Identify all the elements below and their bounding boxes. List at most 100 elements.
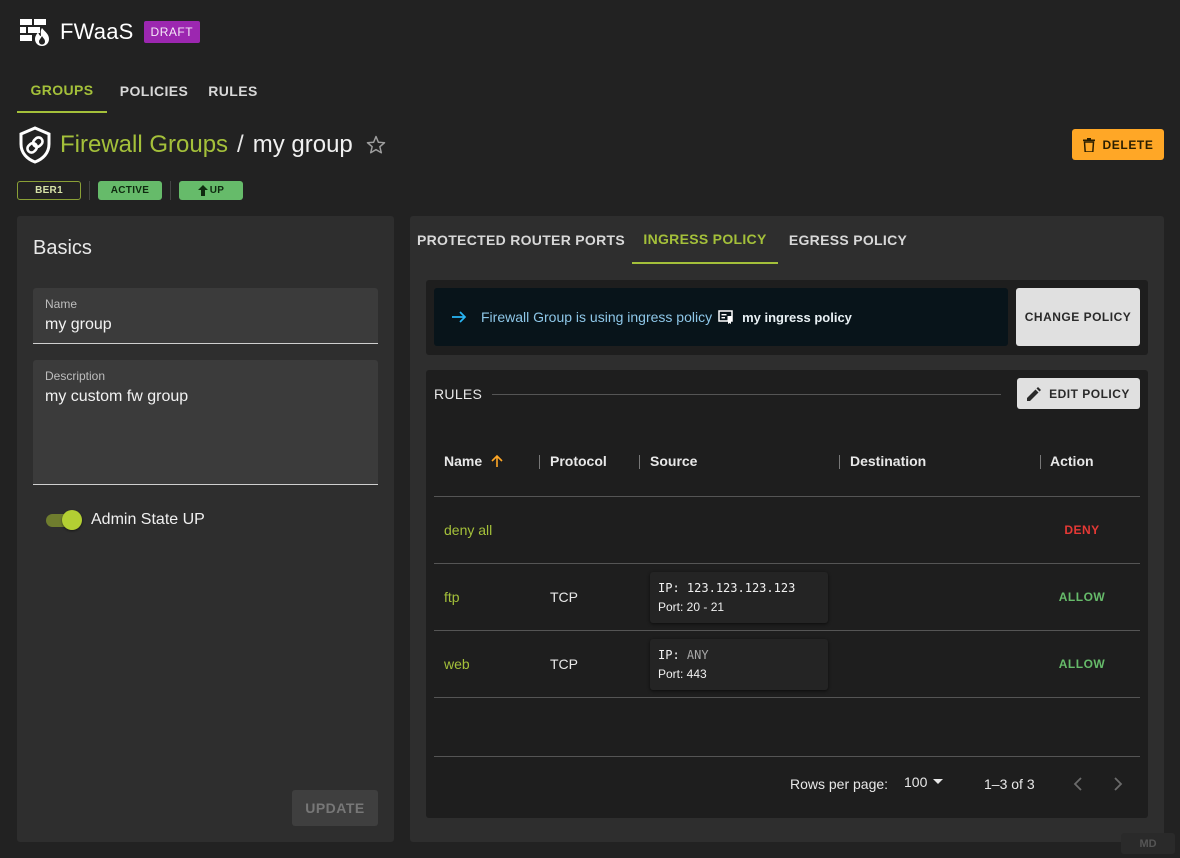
admin-state-toggle[interactable] (45, 510, 83, 530)
rule-action: ALLOW (1058, 657, 1106, 671)
description-field-value[interactable]: my custom fw group (45, 388, 188, 406)
rules-heading: RULES (434, 386, 483, 402)
region-badge: BER1 (17, 180, 81, 200)
caret-down-icon (933, 779, 944, 784)
source-port: Port: 20 - 21 (658, 600, 725, 614)
rule-name[interactable]: deny all (444, 522, 492, 538)
chip-divider (170, 180, 171, 200)
prev-page-button[interactable] (1066, 772, 1090, 796)
chevron-right-icon (1114, 777, 1123, 791)
description-field[interactable]: Description my custom fw group (33, 360, 378, 485)
tab-egress-policy[interactable]: EGRESS POLICY (778, 216, 918, 264)
info-message: Firewall Group is using ingress policy (481, 309, 713, 325)
sort-arrow-up-icon (491, 454, 503, 467)
table-footer-divider (434, 756, 1140, 757)
tab-ingress-policy[interactable]: INGRESS POLICY (632, 216, 778, 264)
table-row[interactable]: ftp TCP IP: 123.123.123.123 Port: 20 - 2… (434, 564, 1140, 631)
policy-doc-icon (718, 310, 733, 324)
shield-link-icon (19, 126, 51, 164)
source-ip-label: IP: (658, 648, 680, 662)
table-row[interactable]: web TCP IP: ANY Port: 443 ALLOW (434, 631, 1140, 698)
tab-protected-router-ports[interactable]: PROTECTED ROUTER PORTS (410, 216, 632, 264)
column-header-source[interactable]: Source (650, 453, 697, 469)
policy-tabs: PROTECTED ROUTER PORTS INGRESS POLICY EG… (410, 216, 918, 264)
rule-name[interactable]: ftp (444, 589, 460, 605)
column-header-name[interactable]: Name (444, 453, 504, 469)
table-row[interactable]: deny all DENY (434, 497, 1140, 564)
table-header: Name Protocol Source Destination Action (434, 425, 1140, 497)
basics-panel: Basics Name my group Description my cust… (17, 216, 394, 842)
admin-state-label: Admin State UP (91, 511, 205, 528)
rule-name[interactable]: web (444, 656, 470, 672)
source-port: Port: 443 (658, 667, 707, 681)
policy-info-box: Firewall Group is using ingress policy m… (426, 280, 1148, 355)
status-chips: BER1 ACTIVE UP (17, 180, 243, 200)
rule-protocol: TCP (550, 656, 578, 672)
chip-divider (89, 180, 90, 200)
draft-badge: DRAFT (143, 21, 201, 43)
description-field-label: Description (45, 369, 106, 383)
name-field[interactable]: Name my group (33, 288, 378, 344)
breadcrumb: Firewall Groups / my group (18, 126, 387, 164)
rows-per-page-label: Rows per page: (790, 776, 889, 792)
admin-state-badge-label: UP (209, 184, 225, 196)
column-separator (1040, 455, 1041, 469)
column-separator (539, 455, 540, 469)
column-header-destination[interactable]: Destination (850, 453, 926, 469)
status-badge: ACTIVE (98, 180, 162, 200)
change-policy-button[interactable]: CHANGE POLICY (1016, 288, 1140, 346)
column-separator (639, 455, 640, 469)
delete-button-label: DELETE (1102, 137, 1154, 152)
info-alert: Firewall Group is using ingress policy m… (434, 288, 1008, 346)
name-field-value[interactable]: my group (45, 316, 112, 334)
pagination-range: 1–3 of 3 (984, 776, 1035, 792)
admin-state-badge: UP (179, 180, 243, 200)
edit-policy-button[interactable]: EDIT POLICY (1017, 378, 1140, 409)
star-outline-icon[interactable] (365, 134, 387, 156)
app-header: FWaaS DRAFT (18, 16, 201, 48)
tab-policies[interactable]: POLICIES (107, 68, 201, 113)
next-page-button[interactable] (1106, 772, 1130, 796)
app-title: FWaaS (60, 19, 134, 44)
rules-table: Name Protocol Source Destination Action … (434, 425, 1140, 698)
rule-action: DENY (1064, 523, 1100, 537)
column-separator (839, 455, 840, 469)
update-button[interactable]: UPDATE (292, 790, 378, 826)
firewall-logo-icon (20, 19, 49, 46)
source-ip-label: IP: (658, 581, 680, 595)
tab-rules[interactable]: RULES (201, 68, 265, 113)
page-title: my group (252, 131, 353, 158)
source-ip: IP: ANY (658, 648, 709, 662)
source-card: IP: 123.123.123.123 Port: 20 - 21 (650, 572, 828, 623)
toggle-thumb (62, 510, 82, 530)
tab-groups[interactable]: GROUPS (17, 68, 107, 113)
source-card: IP: ANY Port: 443 (650, 639, 828, 690)
rows-per-page-select[interactable]: 100 (904, 774, 944, 790)
rules-divider (492, 394, 1001, 395)
arrow-up-icon (197, 184, 208, 196)
basics-title: Basics (33, 237, 92, 259)
pencil-icon (1027, 386, 1042, 401)
rule-action: ALLOW (1058, 590, 1106, 604)
name-field-label: Name (45, 297, 78, 311)
breadcrumb-firewall-groups[interactable]: Firewall Groups (60, 131, 228, 159)
md-badge: MD (1121, 833, 1175, 854)
edit-policy-button-label: EDIT POLICY (1049, 386, 1130, 401)
trash-icon (1082, 137, 1095, 152)
column-header-protocol[interactable]: Protocol (550, 453, 607, 469)
column-header-name-label: Name (444, 453, 483, 469)
top-tabs: GROUPS POLICIES RULES (17, 68, 265, 113)
source-ip-value: 123.123.123.123 (686, 581, 796, 595)
info-policy-name[interactable]: my ingress policy (742, 310, 852, 325)
policy-panel: PROTECTED ROUTER PORTS INGRESS POLICY EG… (410, 216, 1164, 842)
rule-protocol: TCP (550, 589, 578, 605)
chevron-left-icon (1073, 777, 1082, 791)
delete-button[interactable]: DELETE (1072, 129, 1164, 160)
source-ip-value: ANY (686, 648, 709, 662)
source-ip: IP: 123.123.123.123 (658, 581, 795, 595)
column-header-action[interactable]: Action (1050, 453, 1094, 469)
arrow-right-icon (452, 311, 467, 323)
rows-per-page-value: 100 (904, 774, 928, 790)
rules-box: RULES EDIT POLICY Name Protocol Source D… (426, 370, 1148, 818)
breadcrumb-separator: / (237, 131, 244, 158)
